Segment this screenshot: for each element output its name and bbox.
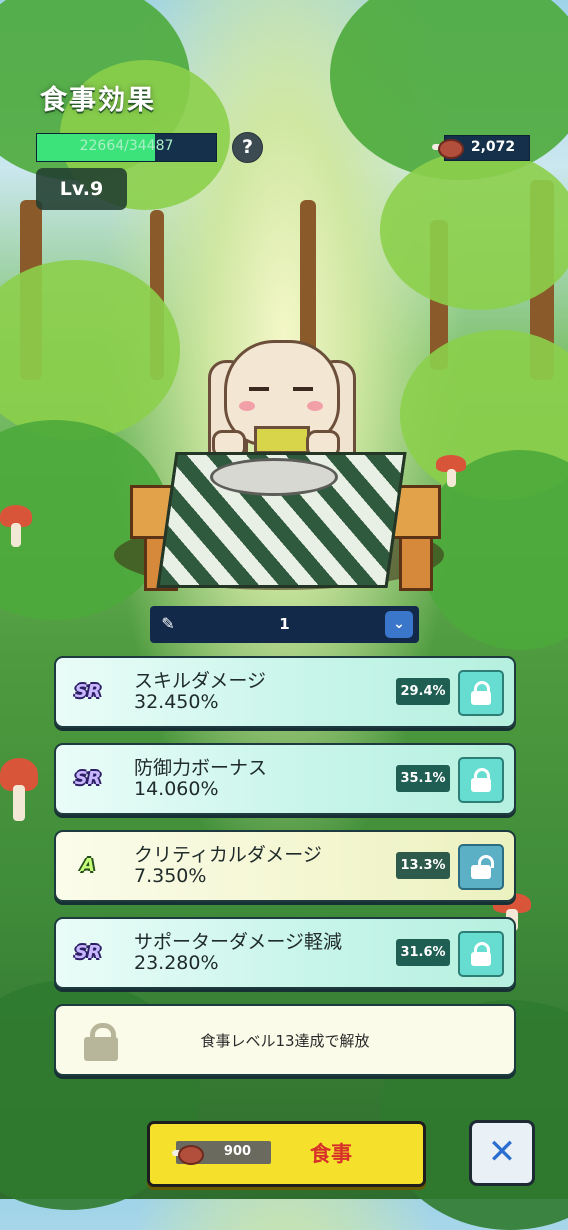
effect-chance: 13.3%	[396, 852, 450, 879]
help-button[interactable]: ?	[232, 132, 263, 163]
rabbit-table-scene	[114, 340, 454, 591]
effect-name: 防御力ボーナス	[134, 757, 268, 779]
locked-effect-slot: 食事レベル13達成で解放	[54, 1004, 516, 1076]
rank-badge: SR	[74, 942, 102, 963]
effect-name: スキルダメージ	[134, 670, 267, 692]
rank-badge: SR	[74, 768, 102, 789]
xp-progress-bar: 22664/34487	[36, 133, 217, 162]
rank-badge: A	[81, 855, 95, 876]
effect-name: クリティカルダメージ	[134, 844, 322, 866]
eat-cost: 900	[172, 1141, 271, 1165]
effect-value: 14.060%	[134, 778, 219, 800]
meat-icon	[172, 1143, 204, 1165]
chevron-down-icon[interactable]: ⌄	[385, 611, 413, 638]
effect-value: 7.350%	[134, 865, 207, 887]
effect-chance: 35.1%	[396, 765, 450, 792]
lock-icon	[471, 942, 491, 966]
lock-toggle-button[interactable]	[458, 931, 504, 977]
effect-chance: 31.6%	[396, 939, 450, 966]
effect-card: SR サポーターダメージ軽減 23.280% 31.6%	[54, 917, 516, 989]
preset-selector[interactable]: ✎ 1 ⌄	[150, 606, 419, 643]
xp-progress-text: 22664/34487	[79, 138, 174, 154]
lock-toggle-button[interactable]	[458, 670, 504, 716]
close-button[interactable]: ✕	[469, 1120, 535, 1186]
effect-name: サポーターダメージ軽減	[134, 931, 343, 953]
effect-value: 32.450%	[134, 691, 219, 713]
eat-cost-value: 900	[223, 1144, 252, 1159]
meat-currency: 2,072	[432, 133, 530, 161]
lock-toggle-button[interactable]	[458, 757, 504, 803]
effect-card: SR 防御力ボーナス 14.060% 35.1%	[54, 743, 516, 815]
lock-toggle-button[interactable]	[458, 844, 504, 890]
meat-amount: 2,072	[470, 139, 516, 155]
effect-card: A クリティカルダメージ 7.350% 13.3%	[54, 830, 516, 902]
lock-icon	[471, 681, 491, 705]
effect-chance: 29.4%	[396, 678, 450, 705]
effect-card: SR スキルダメージ 32.450% 29.4%	[54, 656, 516, 728]
page-title: 食事効果	[40, 85, 156, 116]
rank-badge: SR	[74, 681, 102, 702]
unlock-requirement-text: 食事レベル13達成で解放	[200, 1032, 370, 1050]
meat-icon	[432, 137, 464, 159]
lock-icon	[471, 768, 491, 792]
preset-number: 1	[279, 615, 290, 633]
eat-button-label: 食事	[310, 1142, 352, 1166]
unlock-icon	[471, 855, 494, 879]
effect-value: 23.280%	[134, 952, 219, 974]
eat-button[interactable]: 900 食事	[147, 1121, 426, 1187]
empty-plate	[210, 458, 338, 496]
level-badge: Lv.9	[36, 168, 127, 210]
close-icon: ✕	[487, 1132, 517, 1172]
